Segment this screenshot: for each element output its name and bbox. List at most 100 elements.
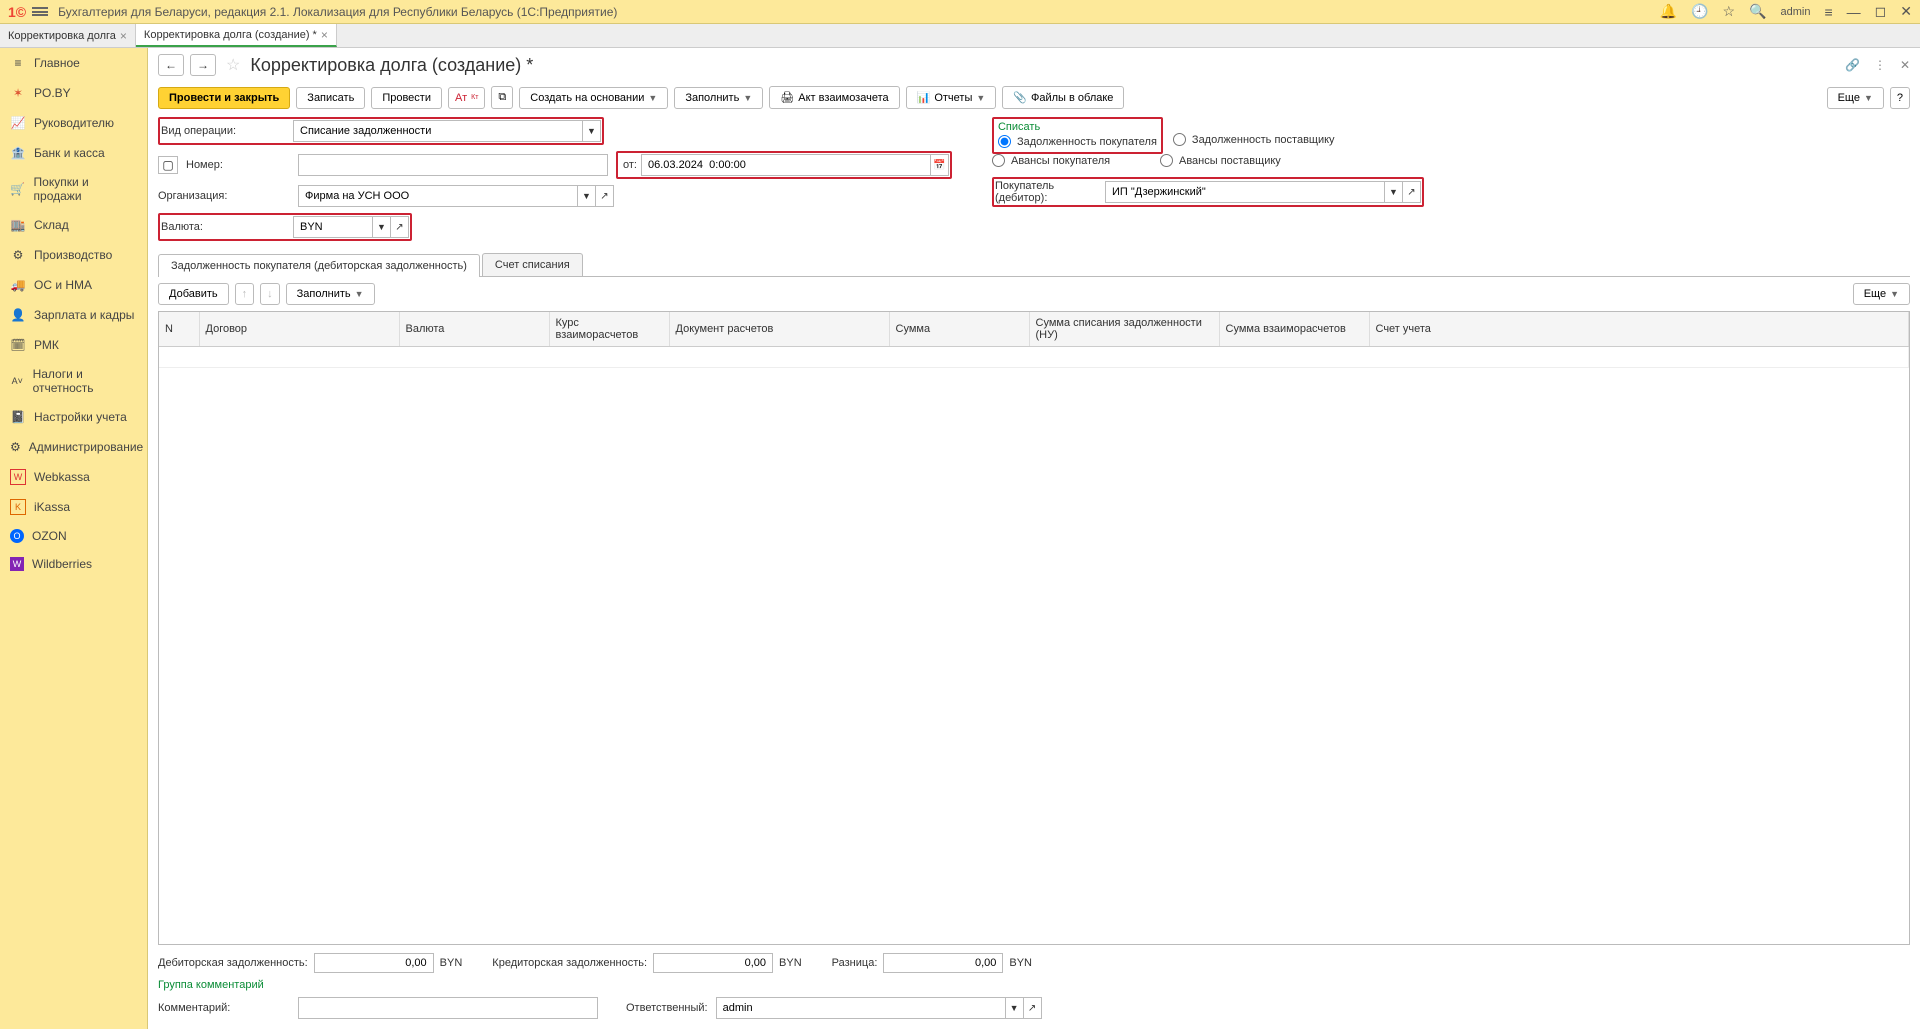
- nav-bank[interactable]: 🏦Банк и касса: [0, 138, 147, 168]
- nav-admin[interactable]: ⚙Администрирование: [0, 432, 147, 462]
- radio-input[interactable]: [1160, 154, 1173, 167]
- dropdown-icon[interactable]: ▼: [1385, 181, 1403, 203]
- debit-label: Дебиторская задолженность:: [158, 957, 308, 969]
- org-input[interactable]: [298, 185, 578, 207]
- col-account[interactable]: Счет учета: [1369, 312, 1909, 347]
- more-button[interactable]: Еще ▼: [1827, 87, 1884, 109]
- radio-adv-buyer[interactable]: Авансы покупателя: [992, 154, 1150, 167]
- date-input[interactable]: [641, 154, 931, 176]
- radio-label: Авансы поставщику: [1179, 155, 1281, 167]
- close-icon[interactable]: ✕: [1900, 3, 1912, 20]
- dropdown-icon[interactable]: ▼: [578, 185, 596, 207]
- nav-payroll[interactable]: 👤Зарплата и кадры: [0, 300, 147, 330]
- radio-input[interactable]: [1173, 133, 1186, 146]
- structure-icon-button[interactable]: ⧉: [491, 86, 513, 109]
- dropdown-icon[interactable]: ▼: [1006, 997, 1024, 1019]
- maximize-icon[interactable]: ◻: [1875, 3, 1887, 20]
- tab-debt-adjust[interactable]: Корректировка долга ×: [0, 24, 136, 47]
- dropdown-icon[interactable]: ▼: [373, 216, 391, 238]
- nav-main[interactable]: ≡Главное: [0, 48, 147, 78]
- nav-wildberries[interactable]: WWildberries: [0, 550, 147, 578]
- search-icon[interactable]: 🔍: [1749, 3, 1766, 20]
- link-icon[interactable]: 🔗: [1845, 58, 1860, 72]
- post-button[interactable]: Провести: [371, 87, 442, 109]
- user-label[interactable]: admin: [1781, 6, 1811, 18]
- open-icon[interactable]: ↗: [391, 216, 409, 238]
- nav-rmk[interactable]: 🗓РМК: [0, 330, 147, 360]
- diff-value: [883, 953, 1003, 973]
- settings-icon[interactable]: ≡: [1824, 4, 1832, 20]
- fill-grid-button[interactable]: Заполнить ▼: [286, 283, 375, 305]
- forward-button[interactable]: →: [190, 54, 216, 76]
- radio-input[interactable]: [998, 135, 1011, 148]
- radio-adv-supplier[interactable]: Авансы поставщику: [1160, 154, 1281, 167]
- col-contract[interactable]: Договор: [199, 312, 399, 347]
- write-button[interactable]: Записать: [296, 87, 365, 109]
- nav-buy-sell[interactable]: 🛒Покупки и продажи: [0, 168, 147, 210]
- buyer-input[interactable]: [1105, 181, 1385, 203]
- nav-ozon[interactable]: OOZON: [0, 522, 147, 550]
- radio-debt-buyer[interactable]: Задолженность покупателя: [998, 135, 1157, 148]
- minimize-icon[interactable]: —: [1847, 4, 1861, 20]
- col-writeoff-nu[interactable]: Сумма списания задолженности (НУ): [1029, 312, 1219, 347]
- close-page-icon[interactable]: ✕: [1900, 58, 1910, 72]
- grid-more-button[interactable]: Еще ▼: [1853, 283, 1910, 305]
- table-row[interactable]: [159, 347, 1909, 368]
- col-settle-amount[interactable]: Сумма взаиморасчетов: [1219, 312, 1369, 347]
- menu-icon[interactable]: [32, 4, 48, 20]
- col-rate[interactable]: Курс взаиморасчетов: [549, 312, 669, 347]
- create-based-button[interactable]: Создать на основании ▼: [519, 87, 668, 109]
- back-button[interactable]: ←: [158, 54, 184, 76]
- nav-label: Производство: [34, 248, 112, 262]
- nav-manager[interactable]: 📈Руководителю: [0, 108, 147, 138]
- col-settle-doc[interactable]: Документ расчетов: [669, 312, 889, 347]
- col-amount[interactable]: Сумма: [889, 312, 1029, 347]
- number-input[interactable]: [298, 154, 608, 176]
- add-row-button[interactable]: Добавить: [158, 283, 229, 305]
- radio-input[interactable]: [992, 154, 1005, 167]
- dropdown-icon[interactable]: ▼: [583, 120, 601, 142]
- nav-warehouse[interactable]: 🏬Склад: [0, 210, 147, 240]
- help-button[interactable]: ?: [1890, 87, 1910, 109]
- calendar-icon[interactable]: 📅: [931, 154, 949, 176]
- comment-group-title: Группа комментарий: [148, 977, 1920, 993]
- tab-close-icon[interactable]: ×: [321, 28, 328, 42]
- nav-tax[interactable]: A˅Налоги и отчетность: [0, 360, 147, 402]
- bell-icon[interactable]: 🔔: [1660, 3, 1677, 20]
- sidebar: ≡Главное ✶PO.BY 📈Руководителю 🏦Банк и ка…: [0, 48, 148, 1029]
- nav-production[interactable]: ⚙Производство: [0, 240, 147, 270]
- responsible-input[interactable]: [716, 997, 1006, 1019]
- kebab-icon[interactable]: ⋮: [1874, 58, 1886, 72]
- radio-debt-supplier[interactable]: Задолженность поставщику: [1173, 133, 1335, 146]
- comment-input[interactable]: [298, 997, 598, 1019]
- history-icon[interactable]: 🕘: [1691, 3, 1708, 20]
- tab-writeoff-account[interactable]: Счет списания: [482, 253, 583, 276]
- reports-button[interactable]: 📊 Отчеты ▼: [906, 86, 997, 109]
- op-type-input[interactable]: [293, 120, 583, 142]
- nav-poby[interactable]: ✶PO.BY: [0, 78, 147, 108]
- tab-debt-adjust-new[interactable]: Корректировка долга (создание) * ×: [136, 24, 337, 47]
- open-icon[interactable]: ↗: [1024, 997, 1042, 1019]
- fill-button[interactable]: Заполнить ▼: [674, 87, 763, 109]
- act-button[interactable]: 🖨 Акт взаимозачета: [769, 86, 899, 109]
- favorite-icon[interactable]: ☆: [226, 55, 240, 75]
- nav-assets[interactable]: 🚚ОС и НМА: [0, 270, 147, 300]
- open-icon[interactable]: ↗: [596, 185, 614, 207]
- files-cloud-button[interactable]: 📎 Файлы в облаке: [1002, 86, 1124, 109]
- col-n[interactable]: N: [159, 312, 199, 347]
- star-icon[interactable]: ☆: [1723, 3, 1736, 20]
- move-down-button[interactable]: ↓: [260, 283, 280, 305]
- debt-grid[interactable]: N Договор Валюта Курс взаиморасчетов Док…: [158, 311, 1910, 945]
- currency-input[interactable]: [293, 216, 373, 238]
- nav-webkassa[interactable]: WWebkassa: [0, 462, 147, 492]
- report-icon: 📊: [917, 91, 931, 104]
- move-up-button[interactable]: ↑: [235, 283, 255, 305]
- nav-acct-settings[interactable]: 📓Настройки учета: [0, 402, 147, 432]
- col-currency[interactable]: Валюта: [399, 312, 549, 347]
- open-icon[interactable]: ↗: [1403, 181, 1421, 203]
- tab-buyer-debt[interactable]: Задолженность покупателя (дебиторская за…: [158, 254, 480, 277]
- dk-icon-button[interactable]: АтКт: [448, 87, 485, 109]
- post-and-close-button[interactable]: Провести и закрыть: [158, 87, 290, 109]
- tab-close-icon[interactable]: ×: [120, 29, 127, 43]
- nav-ikassa[interactable]: KiKassa: [0, 492, 147, 522]
